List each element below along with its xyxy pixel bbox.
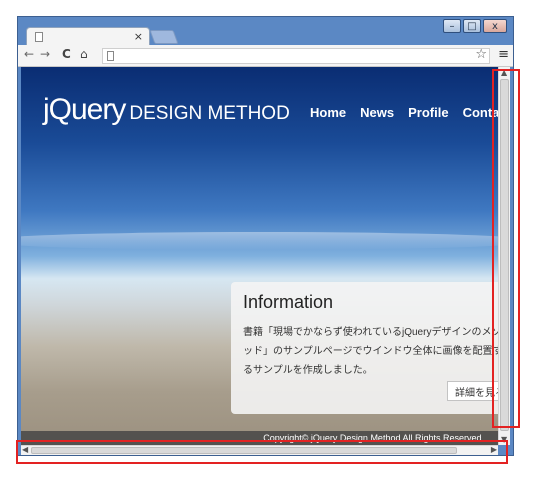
browser-tab[interactable]: ×: [26, 27, 150, 47]
information-panel: Information 書籍「現場でかならず使われているjQueryデザインのメ…: [231, 282, 498, 414]
nav-profile[interactable]: Profile: [408, 105, 448, 120]
new-tab-button[interactable]: [149, 30, 179, 44]
menu-icon[interactable]: ≡: [498, 47, 509, 62]
minimize-button[interactable]: –: [443, 19, 461, 33]
logo-main: jQuery: [43, 93, 126, 126]
page-icon: [35, 32, 43, 42]
home-icon[interactable]: ⌂: [80, 47, 88, 61]
vertical-scrollbar-highlight: [492, 69, 520, 428]
forward-icon[interactable]: →: [40, 47, 50, 61]
site-nav: Home News Profile Contact: [310, 105, 498, 120]
reload-icon[interactable]: C: [62, 47, 71, 61]
page-icon: [107, 51, 114, 61]
maximize-button[interactable]: □: [463, 19, 481, 33]
tab-close-icon[interactable]: ×: [134, 30, 143, 43]
page-viewport: jQuery DESIGN METHOD Home News Profile Co…: [21, 67, 498, 445]
site-logo[interactable]: jQuery DESIGN METHOD: [43, 93, 290, 127]
back-icon[interactable]: ←: [24, 47, 34, 61]
close-window-button[interactable]: x: [483, 19, 507, 33]
window-controls: – □ x: [441, 19, 507, 33]
information-body: 書籍「現場でかならず使われているjQueryデザインのメソッド」のサンプルページ…: [243, 327, 498, 376]
horizontal-scrollbar-highlight: [16, 440, 508, 464]
address-bar[interactable]: ☆: [102, 47, 490, 64]
bookmark-star-icon[interactable]: ☆: [475, 47, 487, 62]
browser-toolbar: ← → C ⌂ ☆ ≡: [18, 45, 513, 67]
nav-home[interactable]: Home: [310, 105, 346, 120]
title-bar: × – □ x: [18, 17, 513, 47]
nav-news[interactable]: News: [360, 105, 394, 120]
logo-sub: DESIGN METHOD: [129, 103, 290, 124]
browser-window: × – □ x ← → C ⌂ ☆ ≡ jQuery DESIGN METHOD …: [17, 16, 514, 456]
details-button[interactable]: 詳細を見る: [447, 381, 498, 401]
information-title: Information: [243, 292, 334, 312]
